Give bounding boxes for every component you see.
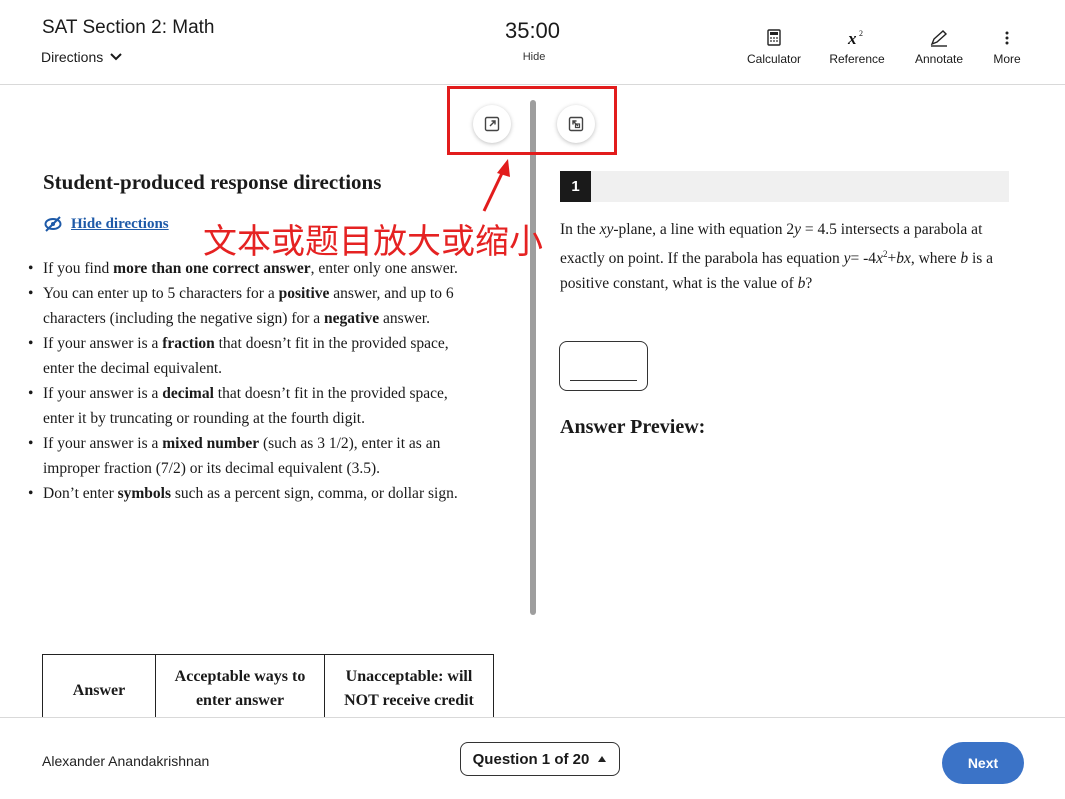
chevron-down-icon xyxy=(110,53,122,61)
reference-button[interactable]: x 2 Reference xyxy=(826,28,888,66)
question-navigator-label: Question 1 of 20 xyxy=(472,750,590,768)
answer-preview-label: Answer Preview: xyxy=(560,416,706,438)
more-vertical-icon xyxy=(1005,31,1009,45)
annotate-button[interactable]: Annotate xyxy=(908,28,970,66)
hide-directions-label: Hide directions xyxy=(71,215,169,232)
caret-up-icon xyxy=(598,756,607,762)
timer-hide-button[interactable]: Hide xyxy=(514,51,554,63)
more-button[interactable]: More xyxy=(986,28,1028,66)
list-item: Don’t enter symbols such as a percent si… xyxy=(28,481,468,506)
question-text: In the xy-plane, a line with equation 2y… xyxy=(560,221,994,293)
list-item: If your answer is a decimal that doesn’t… xyxy=(28,381,468,431)
annotate-label: Annotate xyxy=(914,52,964,66)
reference-formula-icon: x 2 xyxy=(847,29,863,48)
directions-list: If you find more than one correct answer… xyxy=(28,256,468,506)
eye-slash-icon xyxy=(44,216,62,232)
directions-dropdown[interactable]: Directions xyxy=(41,49,123,65)
annotation-note: 文本或题目放大或缩小 xyxy=(203,222,543,262)
calculator-button[interactable]: Calculator xyxy=(742,28,806,66)
svg-text:2: 2 xyxy=(859,29,863,38)
svg-text:x: x xyxy=(847,29,857,48)
list-item: If your answer is a mixed number (such a… xyxy=(28,431,468,481)
calculator-label: Calculator xyxy=(746,52,802,66)
bottom-bar: Alexander Anandakrishnan Question 1 of 2… xyxy=(0,717,1065,799)
list-item: You can enter up to 5 characters for a p… xyxy=(28,281,468,331)
next-button[interactable]: Next xyxy=(942,742,1024,784)
expand-left-panel-button[interactable] xyxy=(473,105,511,143)
section-title: SAT Section 2: Math xyxy=(42,17,215,38)
list-item: If your answer is a fraction that doesn’… xyxy=(28,331,468,381)
answer-input-underline xyxy=(570,380,637,381)
calculator-icon xyxy=(767,29,781,46)
question-number: 1 xyxy=(560,171,591,202)
more-label: More xyxy=(993,52,1021,66)
hide-directions-link[interactable]: Hide directions xyxy=(43,215,169,233)
question-navigator-button[interactable]: Question 1 of 20 xyxy=(460,742,620,776)
reference-label: Reference xyxy=(829,52,885,66)
question-header-bar xyxy=(560,171,1009,202)
directions-title: Student-produced response directions xyxy=(43,170,382,194)
expand-icon xyxy=(484,116,500,132)
answer-input[interactable] xyxy=(559,341,648,391)
directions-label: Directions xyxy=(41,49,104,65)
scrollbar[interactable] xyxy=(530,100,536,615)
pencil-icon xyxy=(930,30,948,47)
top-bar: SAT Section 2: Math Directions 35:00 Hid… xyxy=(0,0,1065,85)
student-name: Alexander Anandakrishnan xyxy=(42,753,210,769)
